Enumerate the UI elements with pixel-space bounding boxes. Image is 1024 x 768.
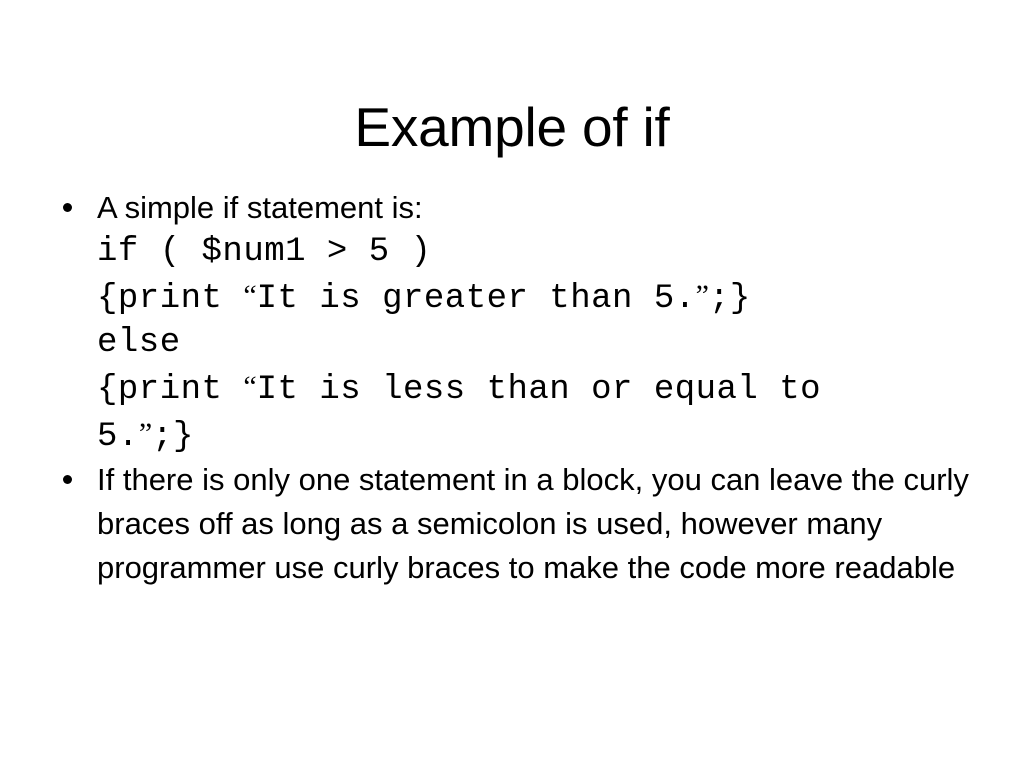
code-line-2-before: {print [97,279,244,318]
code-line-2-close-quote: ” [695,279,709,312]
code-line-5: 5.”;} [97,412,976,459]
bullet-point-icon [63,475,72,485]
code-line-2-string: It is greater than 5. [256,279,696,318]
code-line-1: if ( $num1 > 5 ) [97,230,976,274]
slide-body: A simple if statement is: if ( $num1 > 5… [56,186,976,590]
code-block: if ( $num1 > 5 ) {print “It is greater t… [97,230,976,458]
code-line-5-close-quote: ” [138,416,153,450]
code-line-4-string: It is less than or equal to [256,370,822,409]
slide: Example of if A simple if statement is: … [0,0,1024,768]
code-line-2-after: ;} [708,279,751,318]
bullet-1-lead-text: A simple if statement is: [97,190,423,225]
code-line-4: {print “It is less than or equal to [97,365,976,412]
code-line-5-after: ;} [152,417,194,456]
bullet-item-1: A simple if statement is: if ( $num1 > 5… [56,186,976,458]
code-line-3-text: else [97,323,181,362]
code-line-2: {print “It is greater than 5.”;} [97,274,976,321]
code-line-1-text: if ( $num1 > 5 ) [97,233,432,271]
slide-title: Example of if [354,95,670,158]
bullet-item-2: If there is only one statement in a bloc… [56,458,976,590]
code-line-3: else [97,321,976,365]
bullet-2-paragraph-text: If there is only one statement in a bloc… [97,462,969,586]
code-line-4-open-quote: “ [243,369,257,403]
code-line-4-before: {print [97,370,244,409]
code-line-5-before: 5. [97,417,139,456]
code-line-2-open-quote: “ [243,279,257,312]
bullet-point-icon [63,203,72,212]
